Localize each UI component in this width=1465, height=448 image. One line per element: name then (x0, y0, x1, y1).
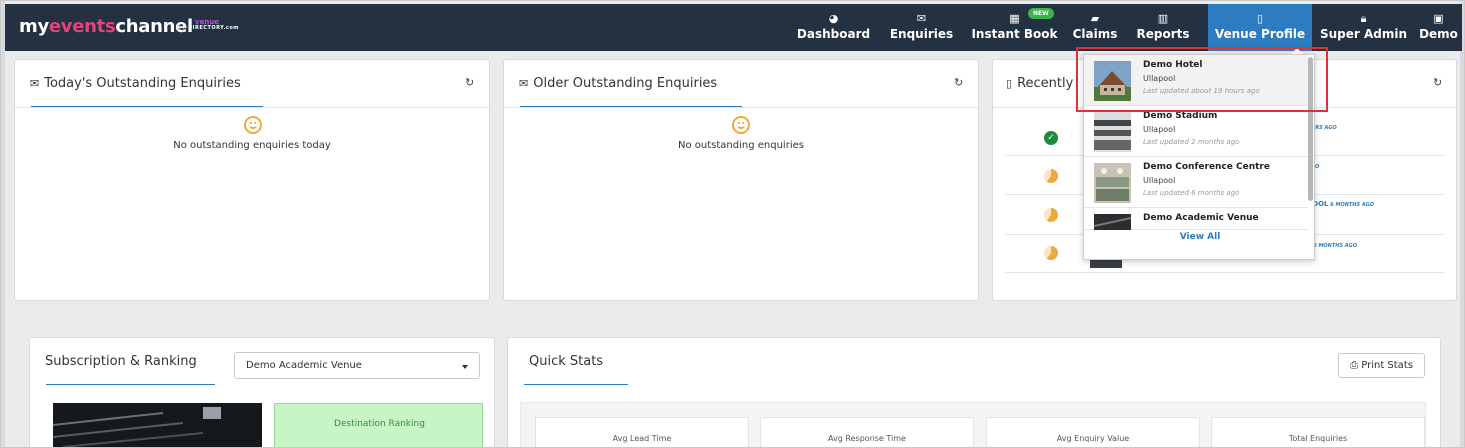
nav-label: Dashboard (796, 27, 871, 41)
refresh-icon[interactable]: ↻ (1433, 76, 1442, 89)
nav-label: Enquiries (889, 27, 954, 41)
venue-name: Demo Stadium (1143, 111, 1218, 121)
nav-label: Demo (1419, 27, 1458, 41)
chevron-down-icon (462, 365, 468, 369)
refresh-icon[interactable]: ↻ (465, 76, 474, 89)
card-title: Subscription & Ranking (45, 354, 197, 369)
pending-status-icon (1044, 208, 1058, 222)
empty-message: No outstanding enquiries (678, 140, 804, 151)
lock-icon: 🔒︎ (1360, 12, 1367, 25)
card-title: ✉ Today's Outstanding Enquiries (30, 76, 241, 91)
envelope-icon: ✉ (916, 12, 927, 25)
nav-label: Venue Profile (1214, 27, 1306, 41)
destination-ranking-box[interactable]: Destination Ranking (274, 403, 483, 447)
older-enquiries-card: ✉ Older Outstanding Enquiries ↻ No outsta… (503, 59, 979, 301)
building-icon: ▯ (1256, 12, 1264, 25)
venue-thumbnail (1094, 112, 1131, 152)
venue-option[interactable]: Demo Conference Centre Ullapool Last upd… (1084, 157, 1308, 208)
empty-message: No outstanding enquiries today (173, 140, 331, 151)
nav-label: Super Admin (1319, 27, 1408, 41)
partner-logo-bottom: DIRECTORY.com (188, 25, 239, 31)
claims-icon: ▰ (1090, 12, 1100, 25)
print-stats-button[interactable]: ⎙ Print Stats (1338, 353, 1425, 378)
venue-updated: Last updated 2 months ago (1143, 138, 1240, 146)
nav-dashboard[interactable]: ◕ Dashboard (791, 4, 876, 51)
nav-reports[interactable]: ▥ Reports (1127, 4, 1199, 51)
recent-meta: POOL 6 MONTHS AGO (1307, 200, 1375, 208)
card-title: ✉ Older Outstanding Enquiries (519, 76, 718, 91)
brand-logo[interactable]: myeventschannel (19, 16, 193, 37)
frame-edge (1460, 1, 1464, 447)
new-badge: NEW (1028, 8, 1054, 19)
nav-enquiries[interactable]: ✉ Enquiries (882, 4, 961, 51)
title-underline (46, 384, 215, 385)
card-title: ▯ Recently (1006, 76, 1074, 91)
divider (15, 107, 489, 108)
user-square-icon: ▣ (1433, 12, 1444, 25)
row-divider (1005, 272, 1445, 273)
bar-chart-icon: ▥ (1157, 12, 1169, 25)
venue-image (53, 403, 262, 447)
stat-total-enquiries: Total Enquiries (1211, 417, 1425, 447)
divider (504, 107, 978, 108)
venue-updated: Last updated 6 months ago (1143, 189, 1240, 197)
stat-avg-lead-time: Avg Lead Time (535, 417, 749, 447)
stat-avg-response-time: Avg Response Time (760, 417, 974, 447)
nav-venue-profile[interactable]: ▯ Venue Profile (1208, 4, 1312, 51)
envelope-icon: ✉ (519, 77, 529, 90)
smile-icon (732, 116, 750, 134)
venue-location: Ullapool (1143, 125, 1176, 134)
nav-demo-user[interactable]: ▣ Demo (1415, 4, 1462, 51)
printer-icon: ⎙ (1350, 360, 1359, 371)
smile-icon (244, 116, 262, 134)
nav-instant-book[interactable]: ▦ Instant Book NEW (968, 4, 1061, 51)
pending-status-icon (1044, 246, 1058, 260)
title-underline (524, 384, 628, 385)
top-navbar: myeventschannel by venue DIRECTORY.com ◕… (5, 4, 1462, 51)
select-value: Demo Academic Venue (246, 360, 362, 371)
highlight-box (1076, 47, 1328, 112)
brand-by: by (177, 24, 186, 32)
venue-select[interactable]: Demo Academic Venue (234, 352, 480, 379)
confirmed-status-icon: ✓ (1044, 131, 1058, 145)
app-frame: myeventschannel by venue DIRECTORY.com ◕… (0, 0, 1465, 448)
venue-name: Demo Conference Centre (1143, 162, 1270, 172)
envelope-icon: ✉ (30, 77, 40, 90)
view-all-link[interactable]: View All (1084, 232, 1314, 242)
venue-thumbnail (1094, 163, 1131, 203)
nav-super-admin[interactable]: 🔒︎ Super Admin (1316, 4, 1411, 51)
refresh-icon[interactable]: ↻ (954, 76, 963, 89)
nav-label: Reports (1136, 27, 1190, 41)
ranking-label: Destination Ranking (334, 419, 425, 429)
venue-thumbnail (1093, 214, 1132, 230)
today-enquiries-card: ✉ Today's Outstanding Enquiries ↻ No outs… (14, 59, 490, 301)
pending-status-icon (1044, 169, 1058, 183)
stat-avg-enquiry-value: Avg Enquiry Value (986, 417, 1200, 447)
nav-label: Instant Book (971, 27, 1058, 41)
venue-option[interactable]: Demo Stadium Ullapool Last updated 2 mon… (1084, 106, 1308, 157)
card-title: Quick Stats (529, 354, 604, 369)
frame-edge (1, 1, 5, 447)
dashboard-icon: ◕ (828, 12, 839, 25)
nav-claims[interactable]: ▰ Claims (1068, 4, 1122, 51)
venue-name: Demo Academic Venue (1143, 213, 1259, 223)
nav-label: Claims (1072, 27, 1118, 41)
venue-location: Ullapool (1143, 176, 1176, 185)
venue-option[interactable]: Demo Academic Venue (1084, 208, 1308, 230)
building-icon: ▯ (1006, 77, 1013, 90)
